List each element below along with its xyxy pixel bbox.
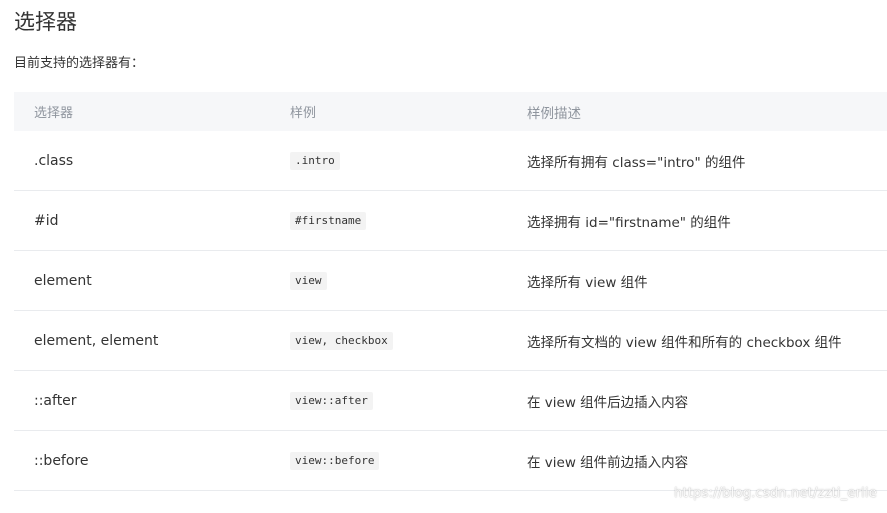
table-row: element, element view, checkbox 选择所有文档的 …	[14, 311, 887, 371]
watermark: https://blog.csdn.net/zzti_erlie	[674, 486, 877, 501]
code-example: view::after	[290, 391, 373, 410]
header-example: 样例	[290, 106, 317, 121]
cell-selector: element, element	[34, 332, 159, 349]
intro-text: 目前支持的选择器有：	[14, 56, 145, 71]
cell-example: view	[290, 251, 327, 310]
header-selector: 选择器	[34, 106, 74, 121]
cell-example: view::before	[290, 431, 380, 490]
cell-example: #firstname	[290, 191, 367, 250]
cell-example: .intro	[290, 131, 340, 190]
table-row: .class .intro 选择所有拥有 class="intro" 的组件	[14, 131, 887, 191]
cell-description: 选择拥有 id="firstname" 的组件	[527, 214, 731, 231]
code-example: view::before	[290, 451, 380, 470]
table-row: element view 选择所有 view 组件	[14, 251, 887, 311]
cell-description: 在 view 组件后边插入内容	[527, 394, 689, 411]
cell-selector: ::before	[34, 452, 89, 469]
table-row: #id #firstname 选择拥有 id="firstname" 的组件	[14, 191, 887, 251]
cell-description: 选择所有文档的 view 组件和所有的 checkbox 组件	[527, 334, 842, 351]
cell-example: view, checkbox	[290, 311, 393, 370]
code-example: #firstname	[290, 211, 367, 230]
code-example: view	[290, 271, 327, 290]
table-row: ::before view::before 在 view 组件前边插入内容	[14, 431, 887, 491]
page-title: 选择器	[14, 10, 77, 34]
cell-selector: ::after	[34, 392, 77, 409]
cell-selector: .class	[34, 152, 74, 169]
header-description: 样例描述	[527, 105, 581, 122]
cell-description: 选择所有 view 组件	[527, 274, 648, 291]
selector-table: 选择器 样例 样例描述 .class .intro 选择所有拥有 class="…	[14, 92, 887, 491]
cell-description: 在 view 组件前边插入内容	[527, 454, 689, 471]
table-row: ::after view::after 在 view 组件后边插入内容	[14, 371, 887, 431]
cell-selector: element	[34, 272, 92, 289]
table-header: 选择器 样例 样例描述	[14, 92, 887, 131]
code-example: .intro	[290, 151, 340, 170]
cell-description: 选择所有拥有 class="intro" 的组件	[527, 154, 746, 171]
code-example: view, checkbox	[290, 331, 393, 350]
cell-selector: #id	[34, 212, 59, 229]
cell-example: view::after	[290, 371, 373, 430]
